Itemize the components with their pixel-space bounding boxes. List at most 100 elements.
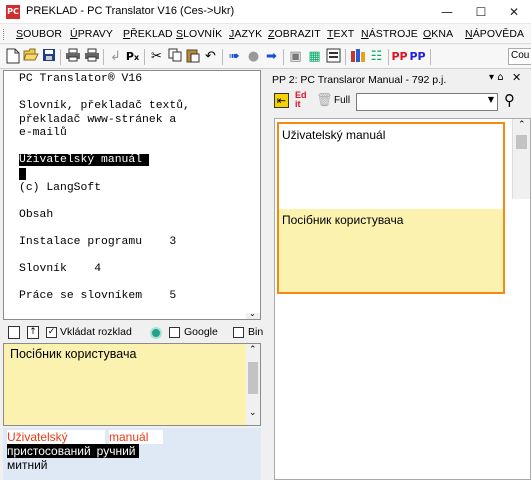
menu-slovnik[interactable]: SLOVNÍK (176, 28, 222, 40)
open-folder-icon[interactable] (22, 48, 39, 65)
main-toolbar: ↲ Px ✂ ↶ ➠ ● ➡ ▣ ▦ ☷ PP PP Cou (0, 45, 531, 69)
stop-icon[interactable]: ● (245, 48, 262, 65)
maximize-button[interactable]: ☐ (464, 0, 498, 24)
dict-source-word[interactable]: manuál (109, 430, 163, 444)
auto-translate-icon[interactable]: ▦ (306, 48, 323, 65)
google-checkbox[interactable] (169, 327, 180, 338)
window-title: PREKLAD - PC Translator V16 (Ces->Ukr) (26, 5, 235, 17)
copy-icon[interactable] (166, 48, 183, 65)
bing-label: Bin (248, 326, 264, 338)
save-icon[interactable] (40, 48, 57, 65)
source-scrollbar[interactable]: ⌄ (246, 309, 260, 319)
source-line: Slovník, překladač textů, (19, 100, 190, 112)
title-bar: PC PREKLAD - PC Translator V16 (Ces->Ukr… (0, 0, 531, 24)
dict-translation[interactable]: ручний (93, 444, 139, 458)
menu-preklad[interactable]: PŘEKLAD (123, 28, 173, 40)
pp-toolbar: ⇤ Ed it 🗑 Full ▼ ⚲ (268, 90, 531, 114)
cut-icon[interactable]: ✂ (148, 48, 165, 65)
chevron-down-icon[interactable]: ▼ (488, 95, 494, 104)
online-status-icon[interactable] (150, 327, 162, 339)
menu-okna[interactable]: OKNA (423, 28, 453, 40)
bing-checkbox[interactable] (233, 327, 244, 338)
pp-search-combo[interactable]: ▼ (356, 93, 498, 111)
dictionary-pane[interactable]: Uživatelský manuál пристосований ручний ми… (3, 428, 261, 480)
menu-upravy[interactable]: ÚPRAVY (70, 28, 113, 40)
vkladat-label: Vkládat rozklad (60, 326, 132, 338)
close-panel-icon[interactable]: ✕ (512, 71, 521, 84)
translation-pane[interactable]: Посібник користувача ⌃ ⌄ (3, 343, 261, 426)
phrase-icon[interactable] (325, 48, 342, 65)
text-cursor (19, 167, 26, 180)
toolbar-separator (430, 49, 431, 65)
menu-zobrazit[interactable]: ZOBRAZIT (268, 28, 321, 40)
scroll-thumb[interactable] (516, 135, 527, 149)
source-line: e-mailů (19, 127, 67, 139)
pp-content-area[interactable]: Uživatelský manuál Посібник користувача … (274, 118, 531, 480)
pp-scrollbar[interactable]: ⌃ (512, 119, 530, 199)
menu-jazyk[interactable]: JAZYK (229, 28, 262, 40)
back-arrow-icon[interactable]: ⇤ (274, 93, 289, 108)
books-icon[interactable] (349, 48, 366, 65)
vkladat-checkbox[interactable]: ✓ (46, 327, 57, 338)
scroll-thumb[interactable] (248, 362, 258, 394)
menu-text[interactable]: TEXT (327, 28, 354, 40)
segment-box[interactable]: Uživatelský manuál Посібник користувача (277, 122, 505, 294)
source-line: Obsah (19, 209, 54, 222)
segment-target-text[interactable]: Посібник користувача (279, 209, 503, 292)
menu-napoveda[interactable]: NÁPOVĚDA (465, 28, 524, 40)
close-button[interactable]: ✕ (497, 0, 531, 24)
menu-bar: SOUBOR ÚPRAVY PŘEKLAD SLOVNÍK JAZYK ZOBR… (0, 24, 531, 44)
pp-edit-icon[interactable]: PP (409, 48, 426, 65)
dropdown-pin-icon[interactable]: ▾ ⌂ (489, 72, 504, 83)
translation-scrollbar[interactable]: ⌃ ⌄ (246, 344, 260, 425)
toolbar-separator (388, 49, 389, 65)
clear-format-icon[interactable]: Px (124, 48, 141, 65)
search-icon[interactable]: ⚲ (504, 91, 515, 109)
app-icon: PC (6, 5, 20, 19)
source-line: PC Translator® V16 (19, 73, 143, 85)
full-toggle[interactable]: Full (334, 95, 350, 106)
undo-icon[interactable]: ↶ (202, 48, 219, 65)
source-text[interactable]: PC Translator® V16 Slovník, překladač te… (19, 73, 190, 304)
trash-icon[interactable]: 🗑 (316, 93, 333, 108)
scroll-up-icon[interactable]: ⌃ (518, 120, 526, 130)
up-arrow-icon[interactable]: ↑ (27, 326, 39, 339)
translate-icon[interactable]: ➡ (263, 48, 280, 65)
pp-manual-panel: PP 2: PC Translaror Manual - 792 p.j. ▾ … (268, 70, 531, 480)
edit-icon[interactable]: Ed it (295, 91, 307, 109)
dict-translation[interactable]: митний (7, 458, 47, 472)
source-text-pane[interactable]: PC Translator® V16 Slovník, překladač te… (3, 70, 261, 320)
format-icon[interactable]: ↲ (107, 48, 124, 65)
dict-source-word[interactable]: Uživatelský (7, 430, 105, 444)
source-line: Slovník 4 (19, 263, 102, 276)
new-file-icon[interactable] (4, 48, 21, 65)
menu-nastroje[interactable]: NÁSTROJE (361, 28, 418, 40)
dict-translation[interactable]: пристосований (7, 444, 94, 458)
segment-source-text[interactable]: Uživatelský manuál (279, 124, 503, 209)
paste-icon[interactable] (184, 48, 201, 65)
scroll-up-icon[interactable]: ⌃ (249, 345, 257, 355)
dictionary-icon[interactable]: ▣ (287, 48, 304, 65)
print-icon[interactable] (64, 48, 81, 65)
translate-next-icon[interactable]: ➠ (226, 48, 243, 65)
toolbar-separator (283, 49, 284, 65)
toolbar-separator (144, 49, 145, 65)
new-document-icon[interactable] (8, 326, 20, 339)
add-dictionary-icon[interactable]: ☷ (368, 48, 385, 65)
translation-toolbar: ↑ ✓ Vkládat rozklad Google Bin (3, 322, 264, 342)
source-line: (c) LangSoft (19, 182, 102, 195)
scroll-down-icon[interactable]: ⌄ (249, 309, 256, 318)
menu-soubor[interactable]: SOUBOR (16, 28, 62, 40)
translation-text[interactable]: Посібник користувача (10, 347, 136, 361)
source-line: Práce se slovníkem 5 (19, 290, 177, 303)
pp-icon[interactable]: PP (391, 48, 408, 65)
toolbar-separator (222, 49, 223, 65)
print-preview-icon[interactable] (83, 48, 100, 65)
menu-grip (3, 29, 6, 40)
toolbar-separator (103, 49, 104, 65)
google-label: Google (184, 326, 218, 338)
highlighted-source-line: Uživatelský manuál (19, 154, 149, 166)
font-name-field[interactable]: Cou (508, 48, 531, 65)
scroll-down-icon[interactable]: ⌄ (249, 408, 257, 418)
minimize-button[interactable]: — (430, 0, 464, 24)
